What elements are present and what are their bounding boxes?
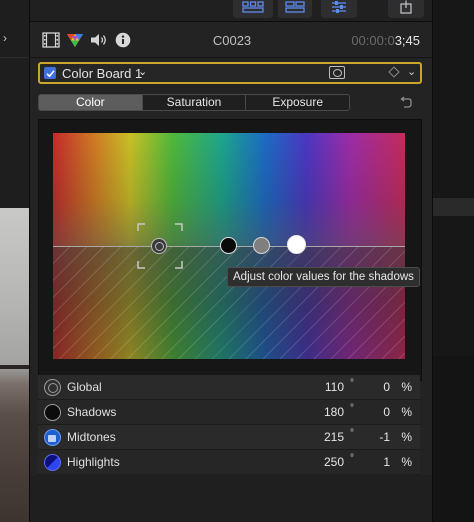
effect-menu-chevron-icon[interactable]: ⌄ xyxy=(407,65,416,78)
reset-arrow-icon[interactable] xyxy=(398,96,412,110)
right-pane-lower xyxy=(433,356,474,522)
clip-name: C0023 xyxy=(212,33,252,48)
effect-name-chevron-icon[interactable]: ⌄ xyxy=(138,65,147,78)
checkmark-icon xyxy=(45,69,55,77)
degree-mark: ° xyxy=(350,453,354,464)
right-side-pane xyxy=(432,0,474,522)
color-parameters-list: Global 110 ° 0 % Shadows 180 ° 0 % Midto… xyxy=(38,375,420,475)
percent-value[interactable]: 1 xyxy=(383,455,390,469)
viewer-image-band xyxy=(0,365,29,369)
color-prism-icon xyxy=(67,34,83,47)
percent-sign: % xyxy=(401,455,412,469)
angle-value[interactable]: 215 xyxy=(324,430,344,444)
effect-header-row[interactable]: Color Board 1 ⌄ ⌄ xyxy=(38,62,422,84)
color-board-tabs: Color Saturation Exposure xyxy=(38,94,350,111)
angle-value[interactable]: 110 xyxy=(325,380,344,394)
param-row-global: Global 110 ° 0 % xyxy=(38,375,420,400)
viewer-image xyxy=(0,208,29,522)
degree-mark: ° xyxy=(350,378,354,389)
param-label: Highlights xyxy=(67,455,120,469)
param-label: Midtones xyxy=(67,430,116,444)
viewer-divider xyxy=(0,57,29,58)
speaker-icon xyxy=(91,34,106,46)
angle-value[interactable]: 250 xyxy=(324,455,344,469)
timecode-dim: 00:00:0 xyxy=(351,33,395,48)
share-icon xyxy=(400,0,412,14)
keyframe-diamond-icon[interactable] xyxy=(388,66,400,78)
tab-color[interactable]: Color xyxy=(39,95,143,110)
timecode: 00:00:03;45 xyxy=(351,33,420,48)
param-label: Shadows xyxy=(67,405,117,419)
param-row-midtones: Midtones 215 ° -1 % xyxy=(38,425,420,450)
inspector-toggle-button[interactable] xyxy=(321,0,357,18)
inspector-header: C0023 00:00:03;45 xyxy=(30,22,432,58)
viewer-pane: › xyxy=(0,0,30,522)
shadows-puck-icon xyxy=(44,404,61,421)
sliders-icon xyxy=(332,1,346,13)
midtones-puck-icon xyxy=(44,429,61,446)
angle-value[interactable]: 180 xyxy=(324,405,344,419)
audio-inspector-tab[interactable] xyxy=(90,31,108,49)
color-inspector-tab[interactable] xyxy=(66,31,84,49)
percent-sign: % xyxy=(401,405,412,419)
viewer-chevron-icon[interactable]: › xyxy=(3,31,7,45)
info-icon xyxy=(115,32,131,48)
degree-mark: ° xyxy=(350,428,354,439)
share-button[interactable] xyxy=(388,0,424,18)
browser-grid-icon xyxy=(242,1,264,13)
percent-sign: % xyxy=(401,430,412,444)
timeline-grid-icon xyxy=(285,1,305,13)
mask-icon[interactable] xyxy=(329,66,345,79)
tab-saturation[interactable]: Saturation xyxy=(142,95,247,110)
highlights-puck-icon xyxy=(44,454,61,471)
global-puck-icon xyxy=(44,379,61,396)
tooltip: Adjust color values for the shadows xyxy=(227,267,420,287)
shadows-puck[interactable] xyxy=(220,237,237,254)
percent-sign: % xyxy=(401,380,412,394)
midtones-puck[interactable] xyxy=(253,237,270,254)
browser-layout-button[interactable] xyxy=(233,0,273,18)
film-strip-icon xyxy=(42,32,60,48)
right-pane-band xyxy=(433,198,474,216)
info-inspector-tab[interactable] xyxy=(114,31,132,49)
global-puck[interactable] xyxy=(151,238,167,254)
percent-value[interactable]: 0 xyxy=(383,405,390,419)
highlights-puck[interactable] xyxy=(287,235,306,254)
color-board-frame xyxy=(38,119,422,381)
effect-name[interactable]: Color Board 1 xyxy=(62,66,142,81)
degree-mark: ° xyxy=(350,403,354,414)
timeline-layout-button[interactable] xyxy=(278,0,312,18)
param-row-shadows: Shadows 180 ° 0 % xyxy=(38,400,420,425)
percent-value[interactable]: 0 xyxy=(383,380,390,394)
param-row-highlights: Highlights 250 ° 1 % xyxy=(38,450,420,475)
effect-enable-checkbox[interactable] xyxy=(44,67,56,79)
tab-exposure[interactable]: Exposure xyxy=(246,95,349,110)
color-board[interactable] xyxy=(53,133,405,359)
top-toolbar xyxy=(30,0,432,22)
color-board-hatch xyxy=(53,246,405,359)
timecode-bright: 3;45 xyxy=(394,33,420,48)
inspector-empty-area xyxy=(30,475,432,522)
video-inspector-tab[interactable] xyxy=(42,31,60,49)
param-label: Global xyxy=(67,380,102,394)
percent-value[interactable]: -1 xyxy=(379,430,390,444)
